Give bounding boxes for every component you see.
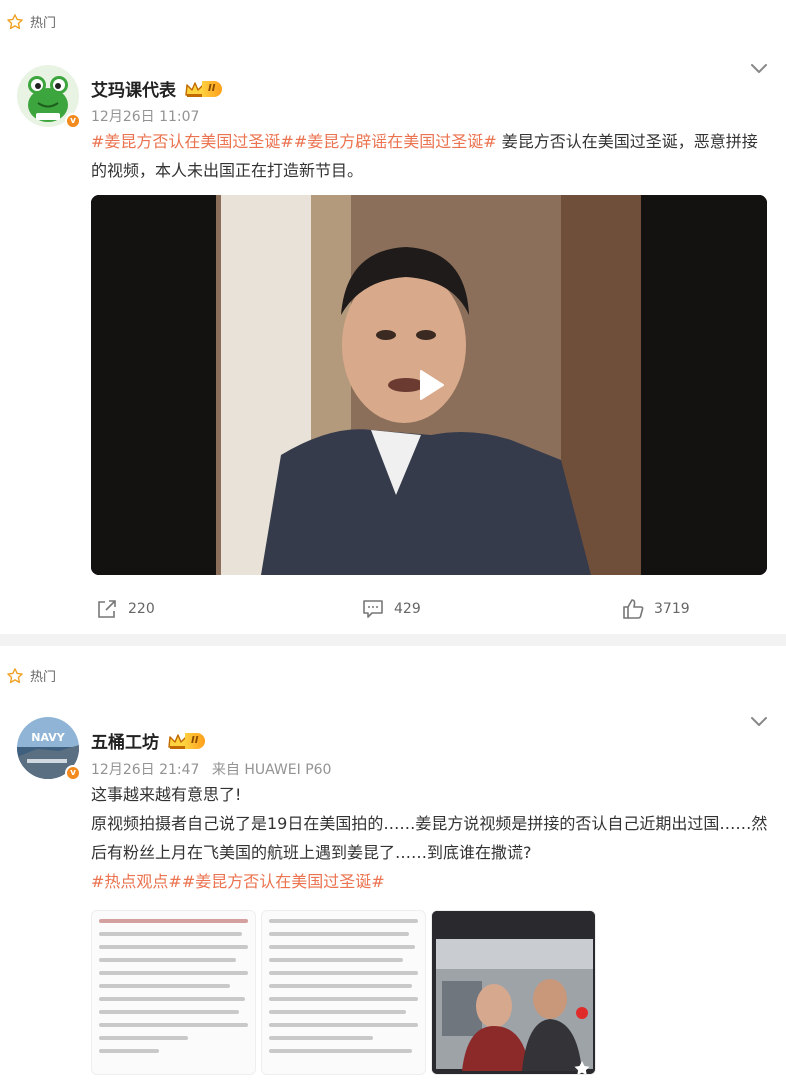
vip-level: II <box>202 80 223 97</box>
verified-badge: v <box>65 765 81 781</box>
hashtag-link[interactable]: #姜昆方辟谣在美国过圣诞# <box>294 132 497 151</box>
post-body-line: 这事越来越有意思了! <box>91 785 242 804</box>
hashtag-link[interactable]: #姜昆方否认在美国过圣诞# <box>182 872 385 891</box>
post-actions: 220 429 3719 <box>0 598 786 626</box>
comment-count: 429 <box>394 601 421 617</box>
like-icon <box>623 599 644 619</box>
post-meta: 12月26日 11:07 <box>91 106 199 126</box>
verified-badge: v <box>65 113 81 129</box>
hashtag-link[interactable]: #姜昆方否认在美国过圣诞# <box>91 132 294 151</box>
vip-badge[interactable]: II <box>167 732 206 750</box>
image-thumbnail[interactable] <box>91 910 256 1075</box>
comment-icon <box>363 600 383 618</box>
comment-button[interactable]: 429 <box>362 598 421 620</box>
video-player[interactable] <box>91 195 767 575</box>
chevron-down-icon[interactable] <box>750 63 768 75</box>
post-divider <box>0 634 786 646</box>
hot-label: 热门 <box>6 12 56 31</box>
post-source: 来自 HUAWEI P60 <box>211 762 332 778</box>
username-text[interactable]: 艾玛课代表 <box>91 76 176 101</box>
image-thumbnail[interactable] <box>261 910 426 1075</box>
username[interactable]: 五桶工坊 II <box>91 728 206 753</box>
star-outline-icon <box>7 13 23 29</box>
chevron-down-icon[interactable] <box>750 716 768 728</box>
photo-airplane-cabin <box>432 911 595 1074</box>
image-thumbnail[interactable] <box>431 910 596 1075</box>
repost-button[interactable]: 220 <box>96 598 155 620</box>
like-count: 3719 <box>654 601 690 617</box>
post-time[interactable]: 12月26日 11:07 <box>91 109 199 125</box>
vip-level: II <box>185 732 206 749</box>
hashtag-link[interactable]: #热点观点# <box>91 872 182 891</box>
avatar[interactable]: v <box>17 65 81 129</box>
vip-badge[interactable]: II <box>184 80 223 98</box>
username-text[interactable]: 五桶工坊 <box>91 728 159 753</box>
post-meta: 12月26日 21:47 来自 HUAWEI P60 <box>91 759 331 779</box>
post-content: 这事越来越有意思了! 原视频拍摄者自己说了是19日在美国拍的……姜昆方说视频是拼… <box>91 780 771 896</box>
repost-icon <box>98 600 116 618</box>
hot-label: 热门 <box>6 666 56 685</box>
hot-label-text: 热门 <box>30 16 57 31</box>
star-outline-icon <box>7 667 23 683</box>
avatar-text: NAVY <box>31 731 65 744</box>
play-icon[interactable] <box>403 359 455 411</box>
post-content: #姜昆方否认在美国过圣诞##姜昆方辟谣在美国过圣诞# 姜昆方否认在美国过圣诞，恶… <box>91 127 771 185</box>
post-body-line: 原视频拍摄者自己说了是19日在美国拍的……姜昆方说视频是拼接的否认自己近期出过国… <box>91 814 768 862</box>
like-button[interactable]: 3719 <box>622 598 690 620</box>
repost-count: 220 <box>128 601 155 617</box>
post-time[interactable]: 12月26日 21:47 <box>91 762 199 778</box>
username[interactable]: 艾玛课代表 II <box>91 76 223 101</box>
avatar[interactable]: NAVY v <box>17 717 81 781</box>
hot-label-text: 热门 <box>30 670 57 685</box>
